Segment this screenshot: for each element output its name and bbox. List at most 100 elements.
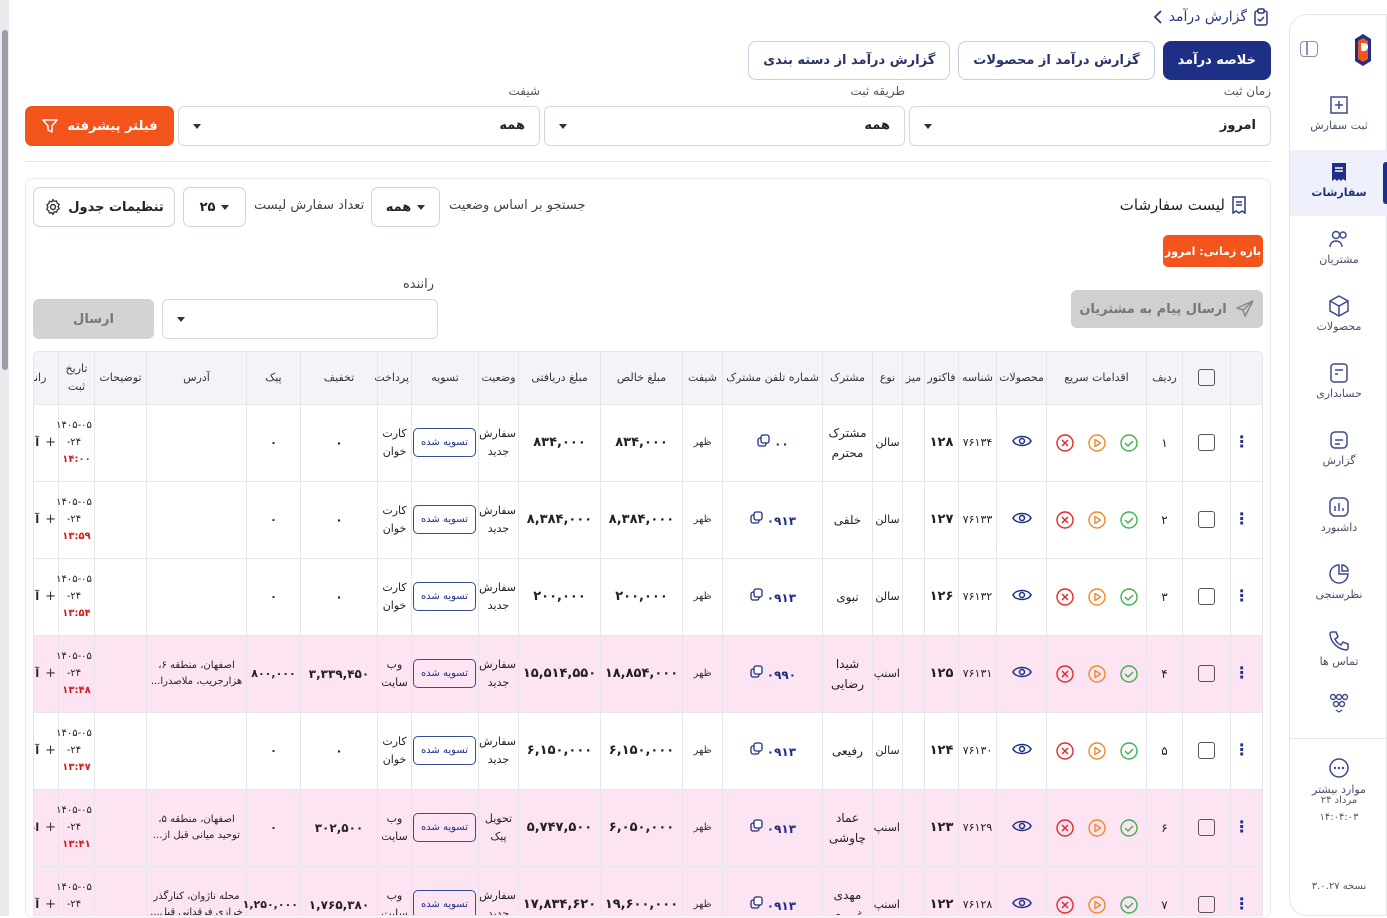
play-circle-icon[interactable] <box>1087 587 1106 606</box>
add-driver-icon[interactable]: + <box>45 666 56 681</box>
check-circle-icon[interactable] <box>1119 818 1138 837</box>
row-menu[interactable]: ⋮ <box>1230 788 1262 866</box>
check-circle-icon[interactable] <box>1119 587 1138 606</box>
sidebar-item-new-order[interactable]: ثبت سفارش <box>1290 83 1387 149</box>
table-row[interactable]: ⋮ ۶ ۷۶۱۲۹ ۱۲۳ اسنپ عماد چاوشی ۰۹۱۳ ظهر ۶,۰۵۰,۰۰… <box>34 788 1262 866</box>
phone-copy-icon[interactable] <box>749 742 763 756</box>
sidebar-item-orders[interactable]: سفارشات <box>1290 150 1387 216</box>
check-circle-icon[interactable] <box>1119 896 1138 914</box>
page-scrollbar[interactable] <box>0 0 9 916</box>
tab-income-by-products[interactable]: گزارش درآمد از محصولات <box>958 41 1155 80</box>
driver-cell[interactable]: +آ <box>34 480 59 558</box>
time-filter-select[interactable]: امروز <box>909 106 1271 146</box>
customer-phone[interactable]: ۰۹۱۳ <box>722 788 823 866</box>
phone-copy-icon[interactable] <box>756 434 770 448</box>
check-circle-icon[interactable] <box>1119 741 1138 760</box>
kebab-menu-icon[interactable]: ⋮ <box>1234 587 1250 603</box>
row-menu[interactable]: ⋮ <box>1230 865 1262 915</box>
products-view[interactable] <box>996 711 1047 789</box>
cancel-circle-icon[interactable] <box>1055 818 1074 837</box>
table-row[interactable]: ⋮ ۱ ۷۶۱۳۴ ۱۲۸ سالن مشترک محترم ۰۰ ظهر ۸۳۴,۰۰۰ ۸۳… <box>34 403 1262 481</box>
play-circle-icon[interactable] <box>1087 433 1106 452</box>
method-filter-select[interactable]: همه <box>544 106 905 146</box>
tab-income-summary[interactable]: خلاصه درآمد <box>1162 41 1271 80</box>
products-view[interactable] <box>996 557 1047 635</box>
sidebar-item-survey[interactable]: نظرسنجی <box>1290 552 1387 618</box>
customer-phone[interactable]: ۰۹۱۳ <box>722 480 823 558</box>
settled-button[interactable]: تسویه شده <box>412 890 476 915</box>
table-settings-button[interactable]: تنظیمات جدول <box>33 187 175 227</box>
eye-icon[interactable] <box>1011 665 1032 679</box>
tab-income-by-category[interactable]: گزارش درآمد از دسته بندی <box>748 41 951 80</box>
row-menu[interactable]: ⋮ <box>1230 480 1262 558</box>
cancel-circle-icon[interactable] <box>1055 587 1074 606</box>
sidebar-item-report[interactable]: گزارش <box>1290 418 1387 484</box>
table-row[interactable]: ⋮ ۵ ۷۶۱۳۰ ۱۲۴ سالن رفیعی ۰۹۱۳ ظهر ۶,۱۵۰,۰۰۰ ۶,۱۵… <box>34 711 1262 789</box>
driver-select[interactable] <box>162 299 438 339</box>
eye-icon[interactable] <box>1011 434 1032 448</box>
add-driver-icon[interactable]: + <box>45 435 56 450</box>
status-filter-select[interactable]: همه <box>371 187 440 227</box>
eye-icon[interactable] <box>1011 896 1032 910</box>
settled-button[interactable]: تسویه شده <box>412 428 476 457</box>
table-row[interactable]: ⋮ ۷ ۷۶۱۲۸ ۱۲۲ اسنپ مهدی غیوری ۰۹۱۳ ظهر ۱۹,۶۰۰,۰… <box>34 865 1262 915</box>
eye-icon[interactable] <box>1011 588 1032 602</box>
products-view[interactable] <box>996 480 1047 558</box>
phone-copy-icon[interactable] <box>749 819 763 833</box>
scrollbar-thumb[interactable] <box>2 30 8 370</box>
play-circle-icon[interactable] <box>1087 896 1106 914</box>
phone-copy-icon[interactable] <box>749 665 763 679</box>
driver-cell[interactable]: +آ <box>34 865 59 915</box>
row-checkbox[interactable] <box>1198 665 1215 682</box>
cancel-circle-icon[interactable] <box>1055 664 1074 683</box>
check-circle-icon[interactable] <box>1119 433 1138 452</box>
products-view[interactable] <box>996 634 1047 712</box>
driver-cell[interactable]: + اقای <box>34 788 59 866</box>
settled-button[interactable]: تسویه شده <box>412 659 476 688</box>
sidebar-item-extensions[interactable] <box>1290 686 1387 752</box>
add-driver-icon[interactable]: + <box>45 589 56 604</box>
row-checkbox[interactable] <box>1198 434 1215 451</box>
customer-phone[interactable]: ۰۹۱۳ <box>722 557 823 635</box>
sidebar-item-accounting[interactable]: حسابداری <box>1290 351 1387 417</box>
settled-button[interactable]: تسویه شده <box>412 813 476 842</box>
add-driver-icon[interactable]: + <box>45 820 56 835</box>
cancel-circle-icon[interactable] <box>1055 896 1074 914</box>
row-checkbox[interactable] <box>1198 896 1215 914</box>
play-circle-icon[interactable] <box>1087 741 1106 760</box>
sidebar-item-dashboard[interactable]: داشبورد <box>1290 485 1387 551</box>
customer-phone[interactable]: ۰۹۱۳ <box>722 865 823 915</box>
table-row[interactable]: ⋮ ۳ ۷۶۱۳۲ ۱۲۶ سالن نبوی ۰۹۱۳ ظهر ۲۰۰,۰۰۰ ۲۰۰,۰۰۰… <box>34 557 1262 635</box>
cancel-circle-icon[interactable] <box>1055 741 1074 760</box>
kebab-menu-icon[interactable]: ⋮ <box>1234 895 1250 911</box>
products-view[interactable] <box>996 403 1047 481</box>
settled-button[interactable]: تسویه شده <box>412 736 476 765</box>
sidebar-item-customers[interactable]: مشتریان <box>1290 217 1387 283</box>
shift-filter-select[interactable]: همه <box>178 106 540 146</box>
kebab-menu-icon[interactable]: ⋮ <box>1234 433 1250 449</box>
row-menu[interactable]: ⋮ <box>1230 634 1262 712</box>
settled-button[interactable]: تسویه شده <box>412 505 476 534</box>
settled-button[interactable]: تسویه شده <box>412 582 476 611</box>
phone-copy-icon[interactable] <box>749 588 763 602</box>
eye-icon[interactable] <box>1011 819 1032 833</box>
cancel-circle-icon[interactable] <box>1055 510 1074 529</box>
customer-phone[interactable]: ۰۹۹۰ <box>722 634 823 712</box>
eye-icon[interactable] <box>1011 742 1032 756</box>
products-view[interactable] <box>996 865 1047 915</box>
driver-cell[interactable]: +آ <box>34 557 59 635</box>
row-checkbox[interactable] <box>1198 588 1215 605</box>
row-checkbox[interactable] <box>1198 819 1215 836</box>
kebab-menu-icon[interactable]: ⋮ <box>1234 510 1250 526</box>
check-circle-icon[interactable] <box>1119 510 1138 529</box>
advanced-filter-button[interactable]: فیلتر پیشرفته <box>25 106 174 146</box>
sidebar-item-products[interactable]: محصولات <box>1290 284 1387 350</box>
add-driver-icon[interactable]: + <box>45 743 56 758</box>
row-checkbox[interactable] <box>1198 742 1215 759</box>
phone-copy-icon[interactable] <box>749 896 763 910</box>
customer-phone[interactable]: ۰۰ <box>722 403 823 481</box>
count-select[interactable]: ۲۵ <box>183 187 246 227</box>
chevron-left-icon[interactable] <box>1153 10 1163 24</box>
cancel-circle-icon[interactable] <box>1055 433 1074 452</box>
play-circle-icon[interactable] <box>1087 510 1106 529</box>
